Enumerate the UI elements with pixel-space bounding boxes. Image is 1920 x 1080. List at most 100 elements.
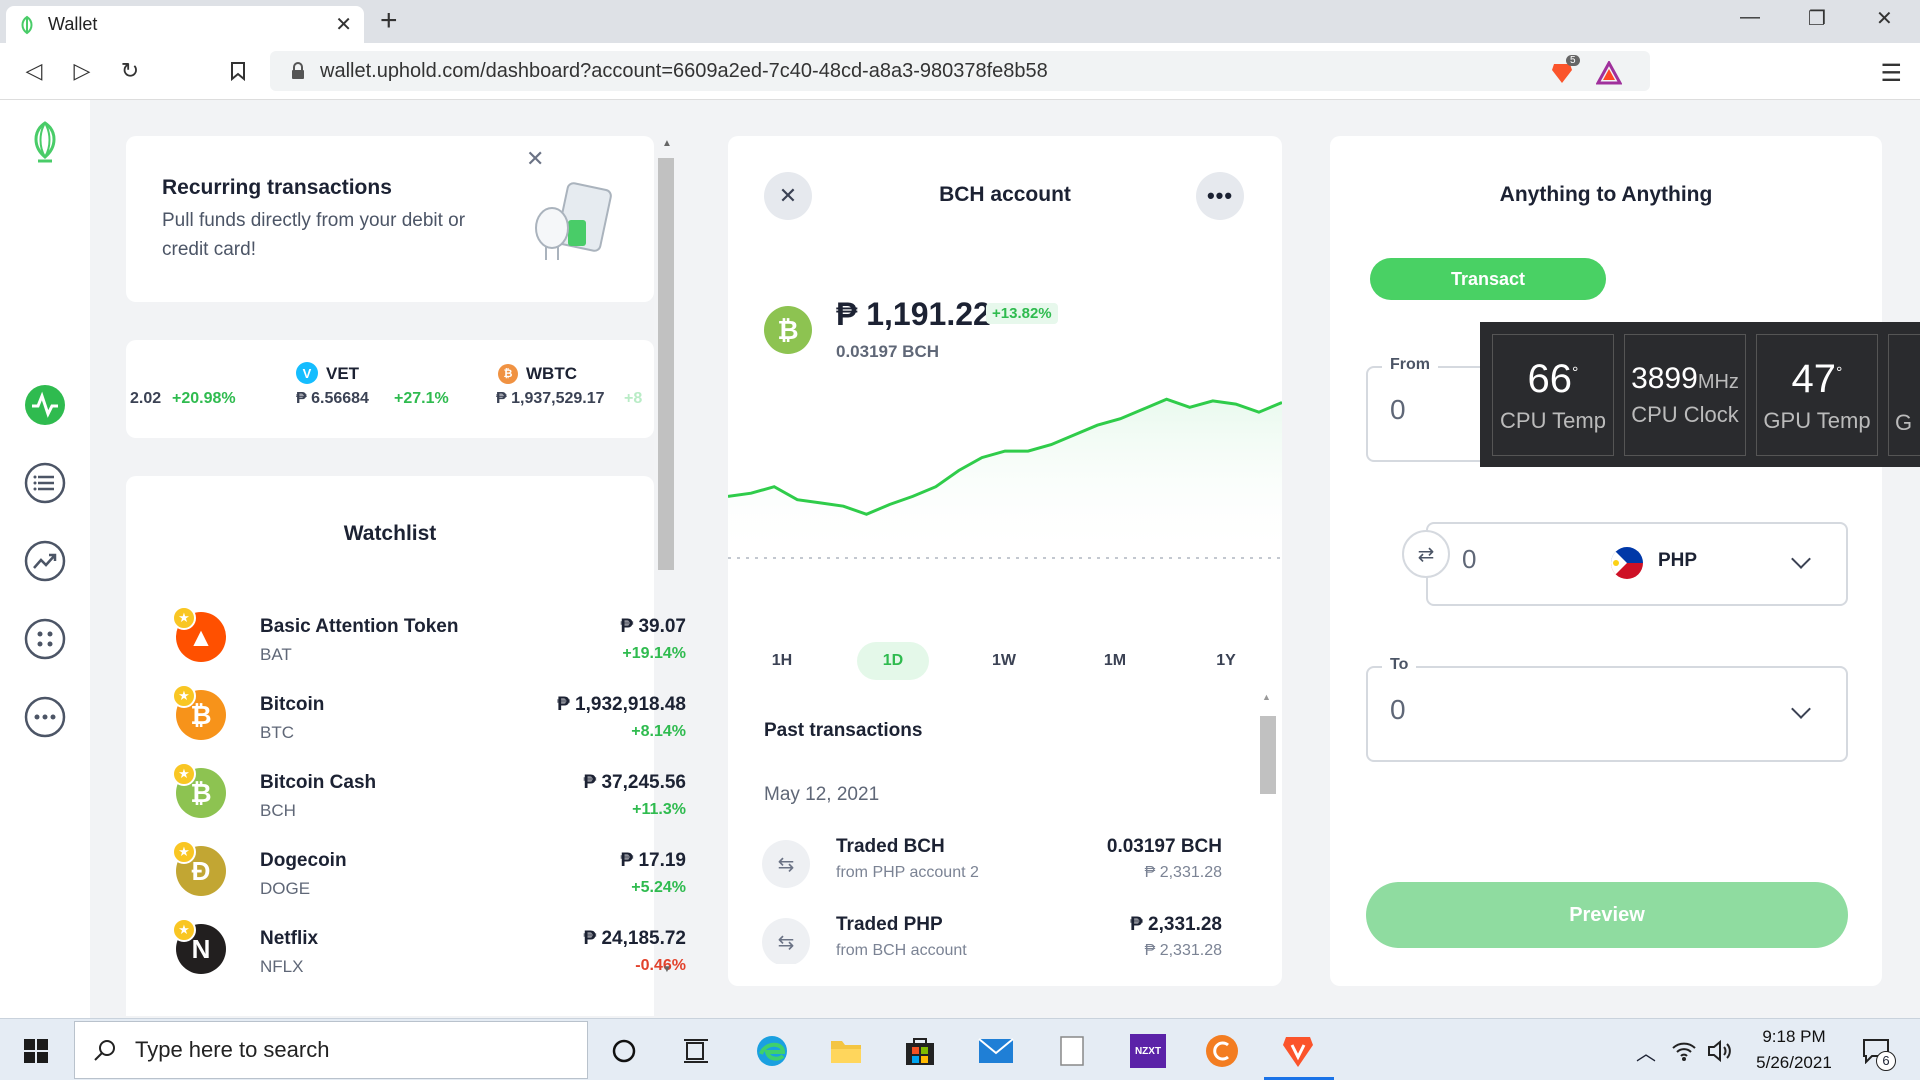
timeframe-1w[interactable]: 1W bbox=[968, 642, 1040, 680]
browser-menu-icon[interactable]: ☰ bbox=[1880, 59, 1902, 88]
coin-glyph: ₿ bbox=[190, 777, 212, 808]
transactions-scrollbar[interactable]: ▲ bbox=[1258, 692, 1278, 982]
timeframe-1y[interactable]: 1Y bbox=[1190, 642, 1262, 680]
favorite-star-icon[interactable]: ★ bbox=[172, 606, 196, 630]
to-field[interactable]: To 0 bbox=[1366, 656, 1848, 762]
watchlist-row[interactable]: Ð ★ Dogecoin DOGE ₱ 17.19 +5.24% bbox=[172, 840, 686, 922]
amount-field[interactable]: 0 PHP bbox=[1426, 522, 1848, 606]
transfer-mode-toggle[interactable]: Transact bbox=[1370, 258, 1606, 300]
cortana-icon[interactable] bbox=[604, 1031, 644, 1071]
apps-grid-icon[interactable] bbox=[24, 618, 66, 660]
transaction-amount: 0.03197 BCH bbox=[1106, 836, 1222, 857]
clock-time[interactable]: 9:18 PM bbox=[1744, 1027, 1844, 1047]
shields-badge: 5 bbox=[1566, 55, 1580, 66]
coin-glyph: Ð bbox=[191, 855, 211, 886]
lock-icon bbox=[292, 62, 304, 79]
transactions-list-icon[interactable] bbox=[24, 462, 66, 504]
ccleaner-icon[interactable] bbox=[1202, 1031, 1242, 1071]
favorite-star-icon[interactable]: ★ bbox=[172, 918, 196, 942]
tab-transact[interactable]: Transact bbox=[1370, 258, 1606, 300]
asset-symbol: DOGE bbox=[260, 879, 311, 898]
task-view-icon[interactable] bbox=[676, 1031, 716, 1071]
file-explorer-icon[interactable] bbox=[826, 1031, 866, 1071]
transaction-source: from PHP account 2 bbox=[836, 864, 979, 881]
ticker-price-0: 2.02 bbox=[130, 390, 162, 407]
scroll-up-icon[interactable]: ▲ bbox=[662, 138, 672, 149]
volume-icon[interactable] bbox=[1700, 1031, 1740, 1071]
back-icon[interactable]: ◁ bbox=[20, 57, 48, 85]
promo-body-2: credit card! bbox=[162, 239, 256, 260]
watchlist-row[interactable]: ₿ ★ Bitcoin Cash BCH ₱ 37,245.56 +11.3% bbox=[172, 762, 686, 844]
account-change-badge: +13.82% bbox=[986, 303, 1058, 324]
new-tab-icon[interactable]: + bbox=[380, 6, 398, 36]
wifi-icon[interactable] bbox=[1664, 1031, 1704, 1071]
edge-icon[interactable] bbox=[752, 1031, 792, 1071]
cpu-temp-label: CPU Temp bbox=[1500, 407, 1606, 433]
uphold-favicon-icon bbox=[21, 15, 33, 34]
transaction-row[interactable]: ⇆ Traded BCH from PHP account 2 0.03197 BCH… bbox=[762, 836, 1222, 906]
timeframe-1h[interactable]: 1H bbox=[746, 642, 818, 680]
vet-coin-icon: V bbox=[296, 362, 318, 384]
restore-icon[interactable]: ❐ bbox=[1808, 6, 1826, 31]
uphold-logo-icon[interactable] bbox=[24, 120, 66, 163]
cpu-temp-widget: 66° CPU Temp bbox=[1492, 334, 1614, 456]
currency-chevron-down-icon[interactable] bbox=[1791, 549, 1811, 569]
show-hidden-icons-icon[interactable]: ︿ bbox=[1626, 1031, 1666, 1071]
asset-symbol: NFLX bbox=[260, 957, 304, 976]
watchlist-row[interactable]: ▲ ★ Basic Attention Token BAT ₱ 39.07 +19.14% bbox=[172, 606, 686, 688]
more-options-icon[interactable] bbox=[24, 696, 66, 738]
timeframe-1m[interactable]: 1M bbox=[1079, 642, 1151, 680]
activity-icon[interactable] bbox=[24, 384, 66, 426]
card-illustration-icon bbox=[535, 182, 612, 260]
close-tab-icon[interactable]: ✕ bbox=[335, 12, 352, 37]
address-bar[interactable]: wallet.uphold.com/dashboard?account=6609… bbox=[270, 51, 1650, 91]
asset-name: Netflix bbox=[260, 928, 319, 949]
account-menu-icon[interactable]: ••• bbox=[1196, 172, 1244, 220]
browser-tab[interactable]: Wallet ✕ bbox=[6, 6, 364, 43]
taskbar-search[interactable]: Type here to search bbox=[74, 1021, 588, 1079]
favorite-star-icon[interactable]: ★ bbox=[172, 840, 196, 864]
ticker-card: 2.02 +20.98% V VET ₱ 6.56684 +27.1% ₿ WB… bbox=[126, 340, 654, 438]
coin-glyph: ₿ bbox=[190, 699, 212, 730]
timeframe-1d[interactable]: 1D bbox=[857, 642, 929, 680]
windows-start-icon[interactable] bbox=[16, 1031, 56, 1071]
transaction-fiat: ₱ 2,331.28 bbox=[1144, 864, 1222, 881]
left-scrollbar[interactable]: ▲ ▼ bbox=[656, 138, 676, 980]
browser-tab-strip: Wallet ✕ + — ❐ ✕ bbox=[0, 0, 1920, 43]
swap-icon[interactable]: ⇄ bbox=[1402, 530, 1450, 578]
bookmark-icon[interactable] bbox=[224, 57, 252, 85]
transaction-row[interactable]: ⇆ Traded PHP from BCH account ₱ 2,331.28 ₱ 2… bbox=[762, 914, 1222, 964]
watchlist-row[interactable]: N ★ Netflix NFLX ₱ 24,185.72 -0.46% bbox=[172, 918, 686, 1000]
philippines-flag-icon bbox=[1611, 547, 1643, 579]
to-chevron-down-icon[interactable] bbox=[1791, 699, 1811, 719]
favorite-star-icon[interactable]: ★ bbox=[172, 684, 196, 708]
gpu-temp-value: 47 bbox=[1791, 356, 1837, 401]
favorite-star-icon[interactable]: ★ bbox=[172, 762, 196, 786]
brave-shields-icon[interactable]: 5 bbox=[1550, 55, 1580, 85]
window-close-icon[interactable]: ✕ bbox=[1876, 6, 1893, 31]
tx-scroll-up-icon[interactable]: ▲ bbox=[1262, 692, 1271, 702]
minimize-icon[interactable]: — bbox=[1740, 6, 1760, 29]
transfer-card: Anything to Anything Transact From 0 ⇄ 0… bbox=[1330, 136, 1882, 986]
reload-icon[interactable]: ↻ bbox=[116, 57, 144, 85]
mail-icon[interactable] bbox=[976, 1031, 1016, 1071]
tx-scroll-thumb[interactable] bbox=[1260, 716, 1276, 794]
forward-icon[interactable]: ▷ bbox=[68, 57, 96, 85]
preview-button[interactable]: Preview bbox=[1366, 882, 1848, 948]
watchlist-title: Watchlist bbox=[343, 522, 437, 545]
notifications-icon[interactable]: 6 bbox=[1856, 1031, 1896, 1071]
watchlist-row[interactable]: ₿ ★ Bitcoin BTC ₱ 1,932,918.48 +8.14% bbox=[172, 684, 686, 766]
clock-date[interactable]: 5/26/2021 bbox=[1744, 1053, 1844, 1073]
brave-rewards-icon[interactable] bbox=[1595, 59, 1623, 90]
markets-trend-icon[interactable] bbox=[24, 540, 66, 582]
ticker-change-1: +27.1% bbox=[394, 390, 449, 407]
scroll-down-icon[interactable]: ▼ bbox=[662, 964, 672, 975]
notepad-icon[interactable] bbox=[1052, 1031, 1092, 1071]
to-value: 0 bbox=[1390, 694, 1406, 725]
nzxt-cam-icon[interactable]: NZXT bbox=[1126, 1031, 1170, 1071]
nzxt-overlay: 66° CPU Temp 3899MHz CPU Clock 47° GPU T… bbox=[1480, 322, 1920, 467]
store-icon[interactable] bbox=[900, 1031, 940, 1071]
brave-browser-icon[interactable] bbox=[1278, 1031, 1318, 1071]
close-promo-icon[interactable]: ✕ bbox=[526, 146, 544, 172]
scroll-thumb[interactable] bbox=[658, 158, 674, 570]
